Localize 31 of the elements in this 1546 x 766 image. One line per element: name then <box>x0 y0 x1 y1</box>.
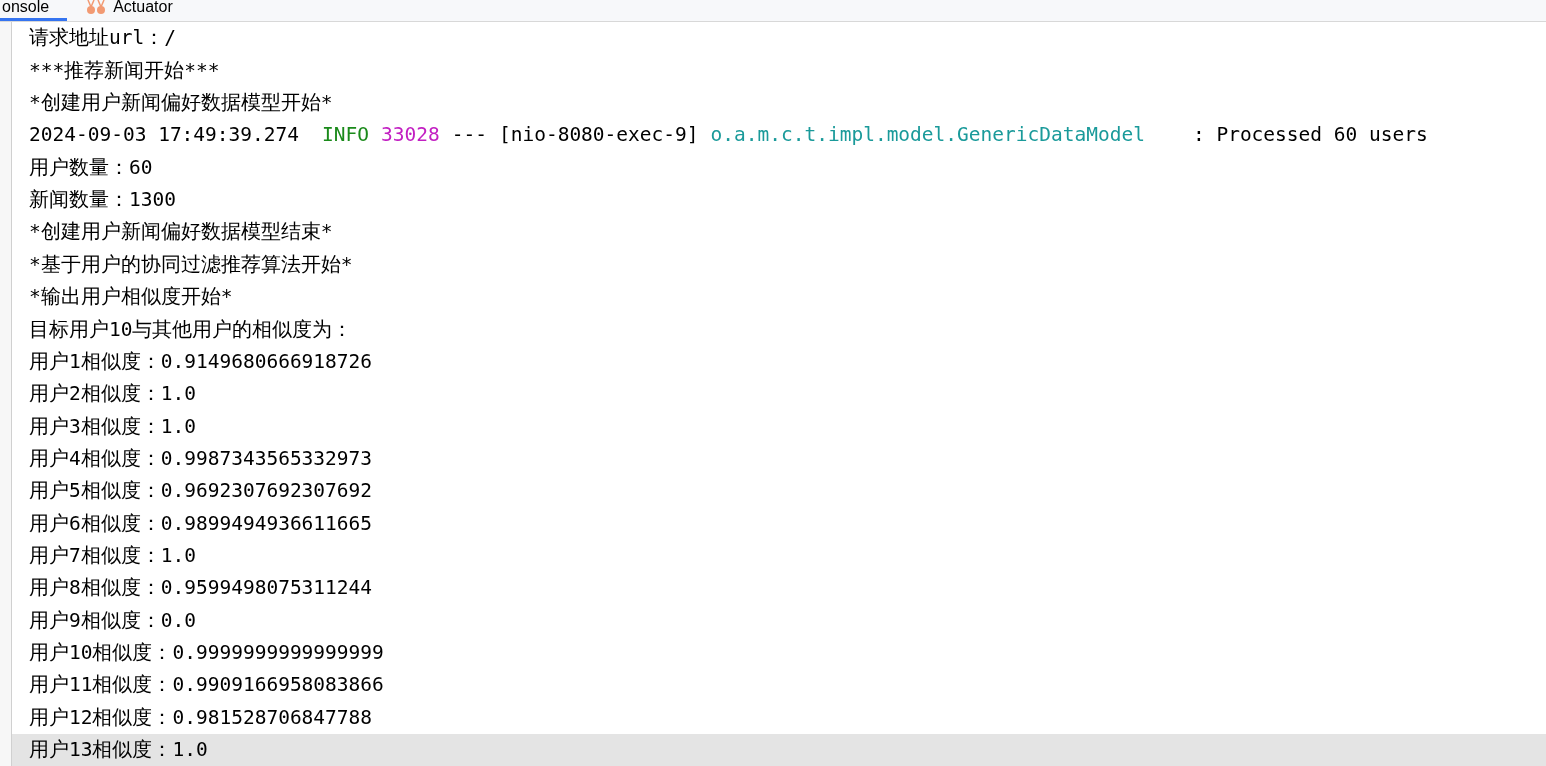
log-level: INFO <box>322 125 369 145</box>
tab[interactable]: Actuator <box>67 0 191 21</box>
console-line: 用户12相似度：0.981528706847788 <box>29 707 373 728</box>
log-text: --- <box>451 125 487 145</box>
console-line: 用户11相似度：0.9909166958083866 <box>29 675 384 695</box>
two-circles-icon <box>85 0 108 14</box>
console-line: 用户9相似度：0.0 <box>29 610 196 631</box>
log-text: [nio-8080-exec-9] <box>498 125 699 145</box>
log-timestamp: 2024-09-03 17:49:39.274 <box>29 125 300 145</box>
console-line: *基于用户的协同过滤推荐算法开始* <box>29 254 353 275</box>
console-line: 请求地址url：/ <box>29 28 176 48</box>
log-pid: 33028 <box>381 125 440 145</box>
console-line: 用户2相似度：1.0 <box>29 384 196 404</box>
console-line: 用户10相似度：0.9999999999999999 <box>29 642 384 663</box>
console-line: *创建用户新闻偏好数据模型开始* <box>29 93 333 113</box>
console-line: ***推荐新闻开始*** <box>29 60 220 81</box>
console-line: 目标用户10与其他用户的相似度为： <box>29 319 353 339</box>
console-line: 用户1相似度：0.9149680666918726 <box>29 351 373 372</box>
console-line: 用户数量：60 <box>29 157 153 178</box>
console-line: 用户6相似度：0.9899494936611665 <box>29 513 373 534</box>
log-message: : Processed 60 users <box>1192 125 1428 145</box>
log-logger: o.a.m.c.t.impl.model.GenericDataModel <box>710 125 1145 145</box>
console-line: 用户7相似度：1.0 <box>29 545 196 566</box>
console-line: *输出用户相似度开始* <box>29 287 233 307</box>
console-line: 用户5相似度：0.9692307692307692 <box>29 481 373 501</box>
console-line: 用户4相似度：0.9987343565332973 <box>29 448 373 469</box>
console-line: 用户13相似度：1.0 <box>29 740 208 760</box>
console-line: 用户3相似度：1.0 <box>29 416 196 437</box>
console-line: 新闻数量：1300 <box>29 190 176 210</box>
console-line: *创建用户新闻偏好数据模型结束* <box>29 222 333 242</box>
console-line: 用户8相似度：0.9599498075311244 <box>29 578 373 598</box>
